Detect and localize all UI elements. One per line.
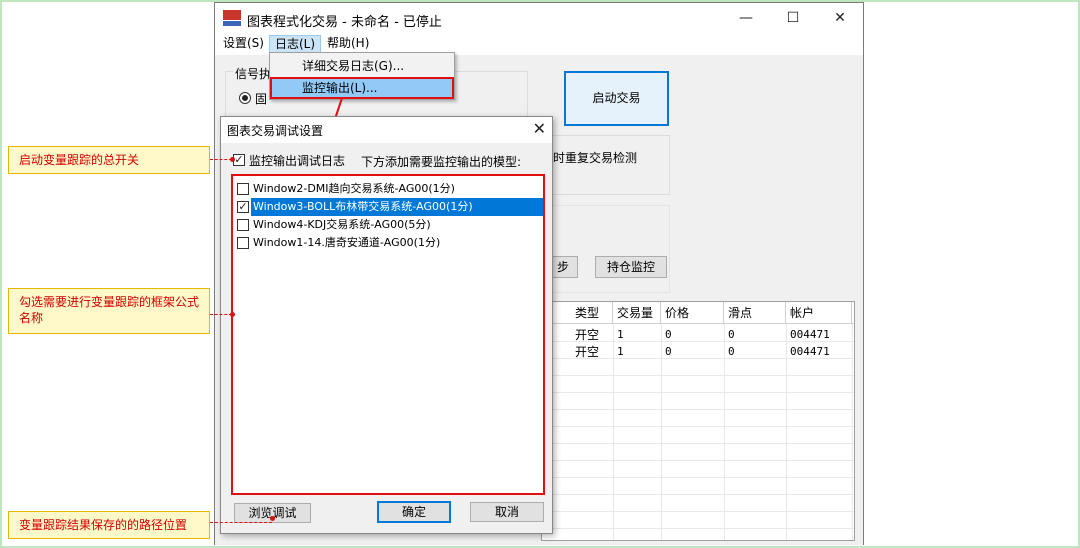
start-trading-button[interactable]: 启动交易 [564, 71, 669, 126]
cell-type: 开空 [575, 328, 600, 342]
model-checkbox[interactable] [237, 219, 249, 231]
cell-price: 0 [665, 345, 672, 358]
menu-item-detailed-log[interactable]: 详细交易日志(G)... [272, 56, 454, 76]
annotation-dot [230, 157, 235, 162]
menu-settings[interactable]: 设置(S) [218, 35, 269, 54]
list-item[interactable]: Window2-DMI趋向交易系统-AG00(1分) [237, 180, 543, 198]
annotation-dot [270, 516, 275, 521]
enable-debug-log-label: 监控输出调试日志 [249, 154, 346, 168]
cell-volume: 1 [617, 328, 624, 341]
cell-account: 004471 [790, 345, 830, 358]
annotation-select-models: 勾选需要进行变量跟踪的框架公式名称 [8, 288, 210, 334]
maximize-button[interactable]: ☐ [770, 3, 816, 33]
list-item[interactable]: Window1-14.唐奇安通道-AG00(1分) [237, 234, 543, 252]
table-row[interactable]: 开空 1 0 0 004471 [542, 344, 854, 360]
position-monitor-button[interactable]: 持仓监控 [595, 256, 667, 278]
dialog-title-bar: 图表交易调试设置 ✕ [221, 117, 552, 143]
model-label: Window4-KDJ交易系统-AG00(5分) [253, 218, 431, 231]
minimize-button[interactable]: — [723, 3, 769, 33]
grid-header-type[interactable]: 类型 [571, 302, 613, 324]
model-listbox[interactable]: Window2-DMI趋向交易系统-AG00(1分) ✓ Window3-BOL… [231, 174, 545, 495]
signal-group-label: 信号执 [233, 65, 274, 82]
cancel-button[interactable]: 取消 [470, 502, 544, 522]
annotation-leader [210, 159, 232, 160]
window-title: 图表程式化交易 - 未命名 - 已停止 [247, 15, 442, 30]
debug-settings-dialog: 图表交易调试设置 ✕ ✓ 监控输出调试日志 下方添加需要监控输出的模型: Win… [220, 116, 553, 534]
close-button[interactable]: ✕ [817, 3, 863, 33]
mode-radio[interactable] [239, 92, 251, 104]
model-checkbox[interactable] [237, 183, 249, 195]
cell-volume: 1 [617, 345, 624, 358]
grid-header-price[interactable]: 价格 [661, 302, 724, 324]
title-bar: 图表程式化交易 - 未命名 - 已停止 — ☐ ✕ [215, 3, 863, 33]
ok-button[interactable]: 确定 [377, 501, 451, 523]
app-icon [223, 10, 241, 26]
dialog-close-button[interactable]: ✕ [533, 119, 546, 138]
cell-slippage: 0 [728, 345, 735, 358]
dialog-title: 图表交易调试设置 [227, 124, 324, 138]
table-row[interactable]: 开空 1 0 0 004471 [542, 327, 854, 343]
annotation-dot [230, 312, 235, 317]
annotation-leader [210, 314, 232, 315]
grid-header: 类型 交易量 价格 滑点 帐户 [542, 302, 854, 324]
list-item[interactable]: Window4-KDJ交易系统-AG00(5分) [237, 216, 543, 234]
model-checkbox[interactable] [237, 237, 249, 249]
grid-header-volume[interactable]: 交易量 [613, 302, 661, 324]
model-label: Window3-BOLL布林带交易系统-AG00(1分) [251, 198, 543, 216]
grid-header-account[interactable]: 帐户 [786, 302, 852, 324]
annotation-save-path: 变量跟踪结果保存的的路径位置 [8, 511, 210, 539]
repeat-check-label: 时重复交易检测 [553, 151, 638, 165]
annotation-leader [210, 522, 272, 523]
cell-type: 开空 [575, 345, 600, 359]
trade-grid[interactable]: 类型 交易量 价格 滑点 帐户 开空 1 0 0 004471 开空 1 0 0… [541, 301, 855, 541]
cell-account: 004471 [790, 328, 830, 341]
model-list-hint: 下方添加需要监控输出的模型: [361, 155, 522, 169]
cell-price: 0 [665, 328, 672, 341]
model-label: Window1-14.唐奇安通道-AG00(1分) [253, 236, 441, 249]
mode-radio-label: 固 [255, 92, 268, 106]
list-item[interactable]: ✓ Window3-BOLL布林带交易系统-AG00(1分) [237, 198, 543, 216]
annotation-master-switch: 启动变量跟踪的总开关 [8, 146, 210, 174]
model-label: Window2-DMI趋向交易系统-AG00(1分) [253, 182, 455, 195]
model-checkbox[interactable]: ✓ [237, 201, 249, 213]
grid-header-slippage[interactable]: 滑点 [724, 302, 786, 324]
cell-slippage: 0 [728, 328, 735, 341]
highlight-box-menu [270, 77, 454, 99]
